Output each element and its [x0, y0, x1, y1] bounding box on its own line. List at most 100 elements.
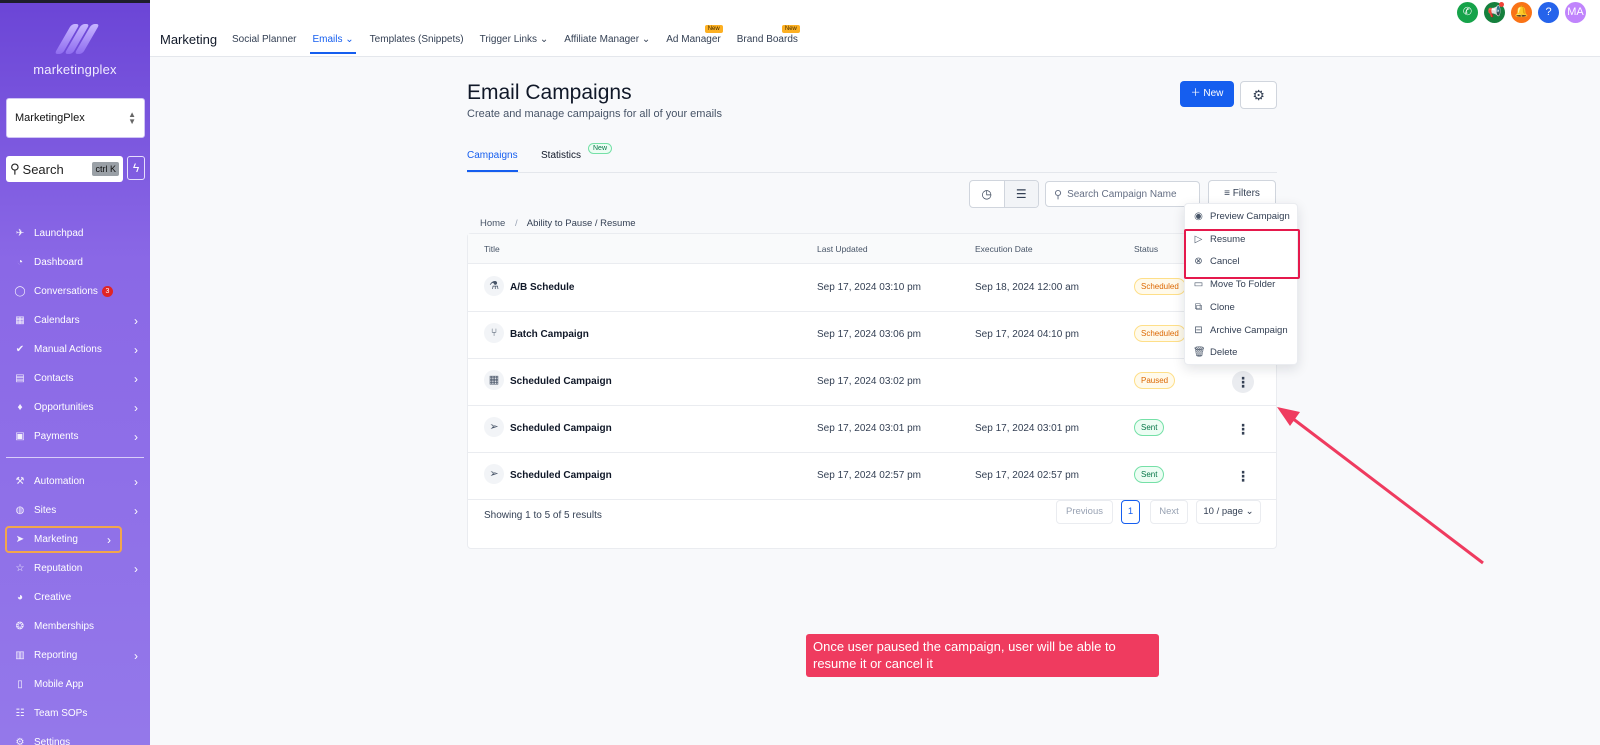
phone-icon[interactable]: ✆: [1457, 2, 1478, 23]
sidebar-item-label: Dashboard: [34, 257, 83, 268]
help-icon[interactable]: ?: [1538, 2, 1559, 23]
megaphone-icon[interactable]: 📢: [1484, 2, 1505, 23]
sidebar-item-contacts[interactable]: ▤ Contacts ›: [0, 364, 150, 393]
tab-ad-manager[interactable]: Ad Manager New: [666, 25, 723, 45]
menu-item-preview-campaign[interactable]: ◉ Preview Campaign: [1193, 211, 1290, 222]
account-switcher[interactable]: MarketingPlex ▲ ▼: [6, 98, 145, 138]
column-status: Status: [1134, 244, 1159, 254]
search-campaign-input[interactable]: ⚲ Search Campaign Name: [1045, 181, 1200, 207]
table-row[interactable]: ⑂ Batch Campaign Sep 17, 2024 03:06 pm Sep …: [468, 311, 1276, 359]
sidebar-item-team-sops[interactable]: ☷ Team SOPs: [0, 699, 150, 728]
more-options-icon[interactable]: ⋮: [1232, 371, 1254, 393]
tab-label: Emails: [312, 34, 343, 45]
top-bar: Marketing Social Planner Emails ⌄ Template…: [150, 0, 1600, 57]
chevron-right-icon: ›: [134, 430, 138, 444]
sidebar-item-payments[interactable]: ▣ Payments ›: [0, 422, 150, 451]
sidebar-item-memberships[interactable]: ❂ Memberships: [0, 612, 150, 641]
globe-icon: ◍: [15, 505, 25, 516]
sidebar-item-label: Mobile App: [34, 679, 84, 690]
more-options-icon[interactable]: ⋮: [1232, 465, 1254, 487]
tab-brand-boards[interactable]: Brand Boards New: [736, 25, 800, 45]
avatar[interactable]: MA: [1565, 2, 1586, 23]
table-row[interactable]: ➢ Scheduled Campaign Sep 17, 2024 03:01 pm…: [468, 405, 1276, 453]
campaign-title[interactable]: A/B Schedule: [510, 282, 574, 293]
campaign-title[interactable]: Scheduled Campaign: [510, 423, 612, 434]
sidebar-item-conversations[interactable]: ◯ Conversations 3: [0, 277, 150, 306]
next-button[interactable]: Next: [1150, 500, 1188, 524]
logo-icon: [54, 24, 100, 56]
send-icon: ➤: [15, 534, 25, 545]
sidebar-item-label: Sites: [34, 505, 57, 516]
sidebar-item-mobile-app[interactable]: ▯ Mobile App: [0, 670, 150, 699]
sidebar-item-manual-actions[interactable]: ✔ Manual Actions ›: [0, 335, 150, 364]
clock-icon[interactable]: ◷: [970, 181, 1004, 207]
last-updated: Sep 17, 2024 02:57 pm: [817, 470, 921, 481]
sidebar-item-label: Marketing: [34, 534, 78, 545]
execution-date: Sep 17, 2024 02:57 pm: [975, 470, 1079, 481]
send-icon: ➢: [484, 417, 504, 437]
bell-icon[interactable]: 🔔: [1511, 2, 1532, 23]
page-number[interactable]: 1: [1121, 500, 1140, 524]
top-tabs: Social Planner Emails ⌄ Templates (Snippet…: [232, 25, 814, 54]
rocket-icon: ✈: [15, 228, 25, 239]
sidebar-item-marketing[interactable]: ➤ Marketing ›: [4, 525, 123, 554]
status-badge: Scheduled: [1134, 325, 1186, 342]
tab-templates-snippets[interactable]: Templates (Snippets): [370, 34, 464, 45]
results-count: Showing 1 to 5 of 5 results: [484, 510, 602, 521]
sidebar-item-settings[interactable]: ⚙ Settings: [0, 728, 150, 745]
settings-button[interactable]: ⚙: [1240, 81, 1277, 109]
last-updated: Sep 17, 2024 03:02 pm: [817, 376, 921, 387]
notification-badge: 3: [101, 286, 113, 297]
sidebar-item-calendars[interactable]: ▦ Calendars ›: [0, 306, 150, 335]
tab-trigger-links[interactable]: Trigger Links ⌄: [480, 34, 549, 45]
table-row[interactable]: ▦ Scheduled Campaign Sep 17, 2024 03:02 pm…: [468, 358, 1276, 406]
menu-item-delete[interactable]: 🗑 Delete: [1193, 347, 1237, 358]
sidebar-item-label: Contacts: [34, 373, 74, 384]
campaign-title[interactable]: Scheduled Campaign: [510, 376, 612, 387]
chevron-right-icon: ›: [134, 372, 138, 386]
tab-affiliate-manager[interactable]: Affiliate Manager ⌄: [564, 34, 650, 45]
more-options-icon[interactable]: ⋮: [1232, 418, 1254, 440]
campaign-title[interactable]: Batch Campaign: [510, 329, 589, 340]
sidebar-item-launchpad[interactable]: ✈ Launchpad: [0, 219, 150, 248]
contacts-icon: ▤: [15, 373, 25, 384]
previous-button[interactable]: Previous: [1056, 500, 1113, 524]
tab-statistics-label: Statistics: [541, 150, 582, 161]
menu-item-label: Move To Folder: [1210, 279, 1276, 291]
sidebar-item-creative[interactable]: ◕ Creative: [0, 583, 150, 612]
page-size-select[interactable]: 10 / page ⌄: [1196, 500, 1261, 524]
table-row[interactable]: ⚗ A/B Schedule Sep 17, 2024 03:10 pm Sep 18…: [468, 264, 1276, 312]
sidebar-item-opportunities[interactable]: ♦ Opportunities ›: [0, 393, 150, 422]
tab-emails[interactable]: Emails ⌄: [310, 34, 356, 54]
menu-item-archive-campaign[interactable]: ⊟ Archive Campaign: [1193, 325, 1287, 336]
trash-icon: 🗑: [1193, 347, 1206, 359]
sidebar-search[interactable]: ⚲ Search ctrl K: [6, 156, 123, 182]
chevron-down-icon: ⌄: [537, 34, 549, 45]
logo-text: marketingplex: [33, 62, 117, 77]
tab-statistics[interactable]: Statistics New: [541, 143, 613, 161]
new-campaign-button[interactable]: ＋ New: [1180, 81, 1234, 107]
status-badge: Scheduled: [1134, 278, 1186, 295]
eye-icon: ◉: [1194, 211, 1203, 222]
menu-item-label: Clone: [1210, 301, 1235, 313]
tab-label: Brand Boards: [736, 34, 798, 45]
sidebar-item-automation[interactable]: ⚒ Automation ›: [0, 467, 150, 496]
sidebar-item-dashboard[interactable]: ◔ Dashboard: [0, 248, 150, 277]
sidebar-item-sites[interactable]: ◍ Sites ›: [0, 496, 150, 525]
list-view-icon[interactable]: ☰: [1003, 181, 1038, 207]
sidebar-item-reputation[interactable]: ☆ Reputation ›: [0, 554, 150, 583]
search-label: Search: [22, 161, 64, 177]
campaign-title[interactable]: Scheduled Campaign: [510, 470, 612, 481]
breadcrumb-home[interactable]: Home: [480, 218, 505, 229]
search-icon: ⚲: [10, 161, 20, 176]
menu-item-move-to-folder[interactable]: ▭ Move To Folder: [1193, 279, 1276, 291]
tab-social-planner[interactable]: Social Planner: [232, 34, 296, 45]
sidebar-item-reporting[interactable]: ▥ Reporting ›: [0, 641, 150, 670]
chevron-right-icon: ›: [134, 343, 138, 357]
quick-action-button[interactable]: ϟ: [127, 156, 145, 180]
sidebar-item-label: Payments: [34, 431, 79, 442]
sidebar-item-label: Reporting: [34, 650, 78, 661]
menu-item-clone[interactable]: ⧉ Clone: [1193, 302, 1235, 313]
tab-campaigns[interactable]: Campaigns: [467, 150, 518, 172]
logo[interactable]: marketingplex: [0, 24, 150, 77]
